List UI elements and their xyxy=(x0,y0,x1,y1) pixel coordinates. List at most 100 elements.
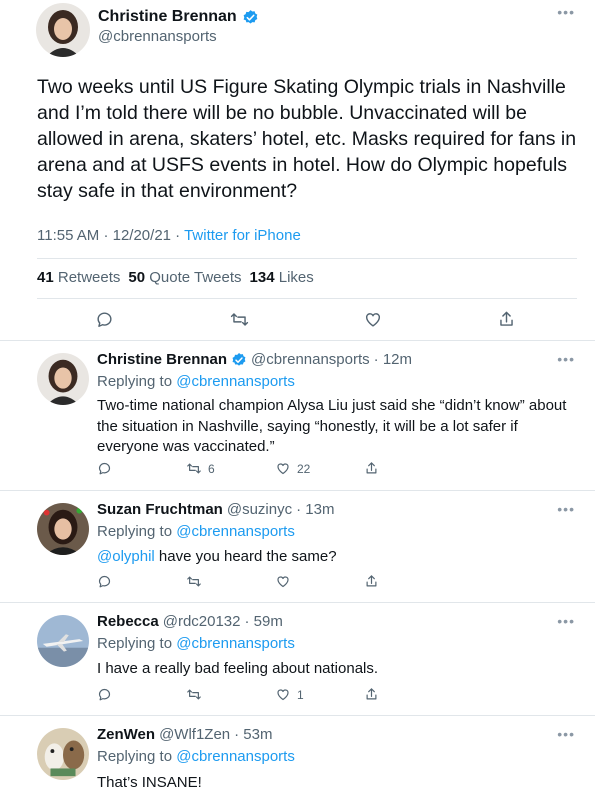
like-button[interactable] xyxy=(363,310,383,329)
replying-to-link[interactable]: @cbrennansports xyxy=(176,748,295,765)
tweet-date[interactable]: 12/20/21 xyxy=(113,227,171,244)
reply-text: Two-time national champion Alysa Liu jus… xyxy=(97,397,567,455)
reply-author-handle[interactable]: @rdc20132 xyxy=(163,613,241,630)
reply-avatar[interactable] xyxy=(37,353,89,405)
reply-icon xyxy=(98,575,111,588)
mention-link[interactable]: @olyphil xyxy=(97,548,155,565)
reply-author-name[interactable]: Rebecca xyxy=(97,613,159,630)
replying-to-link[interactable]: @cbrennansports xyxy=(176,635,295,652)
reply-button[interactable] xyxy=(97,687,112,702)
ellipsis-icon[interactable]: ••• xyxy=(557,613,575,629)
main-tweet: Christine Brennan @cbrennansports ••• Tw… xyxy=(0,0,595,340)
ellipsis-icon[interactable]: ••• xyxy=(557,501,575,517)
reply-text: @olyphil have you heard the same? xyxy=(97,547,582,568)
author-name[interactable]: Christine Brennan xyxy=(98,8,259,26)
quote-tweets-stat[interactable]: 50 Quote Tweets xyxy=(128,269,241,286)
reply-avatar[interactable] xyxy=(37,615,89,667)
reply-button[interactable] xyxy=(97,574,112,589)
ellipsis-icon[interactable]: ••• xyxy=(557,351,575,367)
reply-icon xyxy=(98,688,111,701)
reply-tweet[interactable]: Rebecca @rdc20132 · 59m ••• Replying to … xyxy=(0,603,595,714)
reply-author-name[interactable]: Christine Brennan xyxy=(97,351,227,368)
ellipsis-icon[interactable]: ••• xyxy=(557,726,575,742)
share-icon xyxy=(500,311,513,326)
retweet-button[interactable] xyxy=(229,310,250,329)
retweets-count: 41 xyxy=(37,269,54,286)
like-icon xyxy=(365,313,381,327)
reply-author-name[interactable]: Suzan Fruchtman xyxy=(97,501,223,518)
divider xyxy=(37,298,577,299)
reply-time[interactable]: · 12m xyxy=(374,351,412,368)
author-name-text[interactable]: Christine Brennan xyxy=(98,8,237,26)
reply-button[interactable] xyxy=(97,461,112,476)
reply-icon xyxy=(97,312,112,327)
author-handle[interactable]: @cbrennansports xyxy=(98,28,217,45)
replying-to-link[interactable]: @cbrennansports xyxy=(176,373,295,390)
reply-header: Christine Brennan @cbrennansports · 12m xyxy=(97,351,412,368)
reply-button[interactable] xyxy=(95,310,114,329)
reply-author-name[interactable]: ZenWen xyxy=(97,726,155,743)
reply-header: Rebecca @rdc20132 · 59m xyxy=(97,613,283,630)
retweet-count: 6 xyxy=(208,461,215,476)
reply-header: Suzan Fruchtman @suzinyc · 13m xyxy=(97,501,334,518)
replying-to: Replying to @cbrennansports xyxy=(97,748,295,765)
like-button[interactable]: 22 xyxy=(275,461,310,476)
verified-badge-icon xyxy=(243,9,257,24)
reply-text: That’s INSANE! xyxy=(97,774,202,791)
retweet-button[interactable] xyxy=(186,687,202,702)
reply-author-handle[interactable]: @suzinyc xyxy=(227,501,292,518)
reply-avatar[interactable] xyxy=(37,728,89,780)
reply-time[interactable]: · 13m xyxy=(296,501,334,518)
tweet-stats: 41 Retweets 50 Quote Tweets 134 Likes xyxy=(37,269,314,286)
like-count: 22 xyxy=(297,461,311,476)
share-button[interactable] xyxy=(364,687,379,702)
reply-icon xyxy=(98,462,111,475)
replying-to-link[interactable]: @cbrennansports xyxy=(176,523,295,540)
likes-label: Likes xyxy=(278,269,314,286)
reply-tweet[interactable]: Christine Brennan @cbrennansports · 12m … xyxy=(0,341,595,490)
share-button[interactable] xyxy=(364,461,379,476)
replying-to: Replying to @cbrennansports xyxy=(97,523,295,540)
divider xyxy=(37,258,577,259)
reply-text: I have a really bad feeling about nation… xyxy=(97,660,379,677)
retweet-icon xyxy=(187,463,201,474)
retweets-stat[interactable]: 41 Retweets xyxy=(37,269,120,286)
main-tweet-actions xyxy=(0,306,595,336)
tweet-source-link[interactable]: Twitter for iPhone xyxy=(184,227,301,244)
replying-to-prefix: Replying to xyxy=(97,523,177,540)
like-button[interactable]: 1 xyxy=(275,687,304,702)
like-icon xyxy=(277,463,289,475)
retweet-icon xyxy=(230,313,249,326)
like-icon xyxy=(277,576,289,588)
like-count: 1 xyxy=(297,687,304,702)
meta-separator: · xyxy=(175,227,181,244)
reply-author-handle[interactable]: @cbrennansports xyxy=(251,351,370,368)
retweet-icon xyxy=(187,689,201,700)
replying-to: Replying to @cbrennansports xyxy=(97,373,295,390)
reply-header: ZenWen @Wlf1Zen · 53m xyxy=(97,726,272,743)
reply-time[interactable]: · 53m xyxy=(234,726,272,743)
like-icon xyxy=(277,689,289,701)
reply-author-handle[interactable]: @Wlf1Zen xyxy=(159,726,230,743)
retweet-icon xyxy=(187,576,201,587)
reply-tweet[interactable]: Suzan Fruchtman @suzinyc · 13m ••• Reply… xyxy=(0,491,595,602)
tweet-text: Two weeks until US Figure Skating Olympi… xyxy=(37,76,577,202)
replying-to-prefix: Replying to xyxy=(97,748,177,765)
likes-count: 134 xyxy=(249,269,275,286)
share-button[interactable] xyxy=(497,310,516,329)
likes-stat[interactable]: 134 Likes xyxy=(250,269,314,286)
ellipsis-icon[interactable]: ••• xyxy=(557,4,575,20)
reply-time[interactable]: · 59m xyxy=(245,613,283,630)
share-button[interactable] xyxy=(364,574,379,589)
replying-to-prefix: Replying to xyxy=(97,635,177,652)
reply-text-content: have you heard the same? xyxy=(154,548,337,565)
reply-tweet[interactable]: ZenWen @Wlf1Zen · 53m ••• Replying to @c… xyxy=(0,716,595,800)
reply-avatar[interactable] xyxy=(37,503,89,555)
meta-separator: · xyxy=(103,227,109,244)
author-avatar[interactable] xyxy=(36,3,90,57)
share-icon xyxy=(366,575,377,587)
tweet-time[interactable]: 11:55 AM xyxy=(37,227,99,244)
retweet-button[interactable]: 6 xyxy=(186,461,215,476)
like-button[interactable] xyxy=(275,574,291,589)
retweet-button[interactable] xyxy=(186,574,202,589)
